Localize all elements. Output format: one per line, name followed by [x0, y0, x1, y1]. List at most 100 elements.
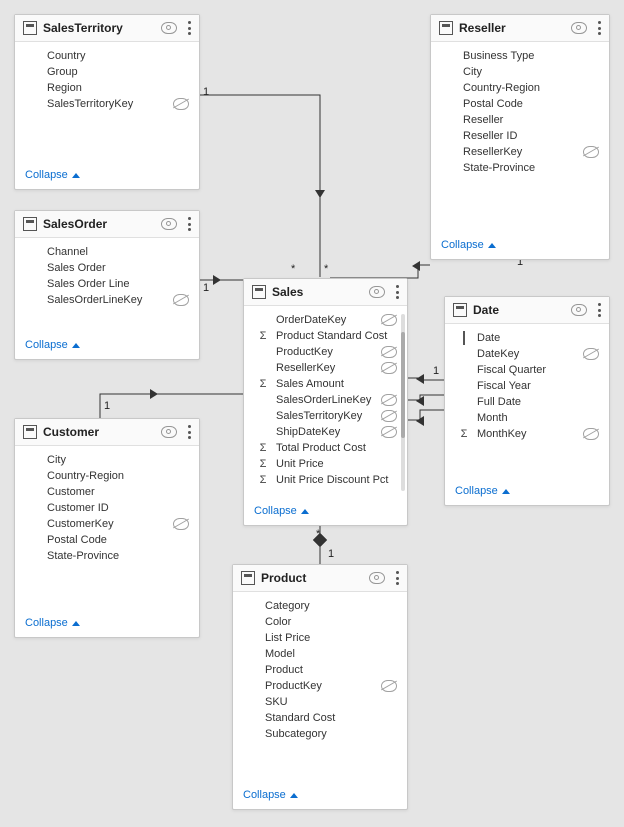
table-header[interactable]: Reseller — [431, 15, 609, 42]
visibility-icon[interactable] — [161, 22, 177, 34]
field-row[interactable]: Group — [15, 64, 199, 80]
field-name: List Price — [265, 632, 397, 644]
field-row[interactable]: City — [431, 64, 609, 80]
sigma-icon: Σ — [256, 330, 270, 342]
field-row[interactable]: Business Type — [431, 48, 609, 64]
field-row[interactable]: ProductKey — [233, 678, 407, 694]
field-row[interactable]: ResellerKey — [244, 360, 407, 376]
table-date[interactable]: Date DateDateKeyFiscal QuarterFiscal Yea… — [444, 296, 610, 506]
field-row[interactable]: City — [15, 452, 199, 468]
field-row[interactable]: ΣUnit Price Discount Pct — [244, 472, 407, 488]
field-row[interactable]: State-Province — [15, 548, 199, 564]
more-icon[interactable] — [597, 21, 601, 35]
table-icon — [241, 571, 255, 585]
field-row[interactable]: CustomerKey — [15, 516, 199, 532]
field-row[interactable]: Reseller — [431, 112, 609, 128]
field-row[interactable]: ΣTotal Product Cost — [244, 440, 407, 456]
model-canvas[interactable]: 1 * 1 * 1 1 1 1 * SalesTerritory Country… — [0, 0, 624, 827]
rel-arrow — [313, 533, 327, 547]
field-row[interactable]: ProductKey — [244, 344, 407, 360]
field-row[interactable]: ΣSales Amount — [244, 376, 407, 392]
visibility-icon[interactable] — [571, 22, 587, 34]
rel-arrow — [416, 416, 424, 426]
field-row[interactable]: List Price — [233, 630, 407, 646]
field-row[interactable]: Customer ID — [15, 500, 199, 516]
visibility-icon[interactable] — [369, 572, 385, 584]
field-row[interactable]: State-Province — [431, 160, 609, 176]
collapse-button[interactable]: Collapse — [15, 163, 199, 189]
collapse-button[interactable]: Collapse — [15, 611, 199, 637]
field-row[interactable]: Customer — [15, 484, 199, 500]
collapse-button[interactable]: Collapse — [431, 233, 609, 259]
table-header[interactable]: Product — [233, 565, 407, 592]
table-sales-territory[interactable]: SalesTerritory CountryGroupRegionSalesTe… — [14, 14, 200, 190]
visibility-icon[interactable] — [369, 286, 385, 298]
field-row[interactable]: Sales Order — [15, 260, 199, 276]
field-row[interactable]: Fiscal Year — [445, 378, 609, 394]
field-row[interactable]: ΣMonthKey — [445, 426, 609, 442]
more-icon[interactable] — [597, 303, 601, 317]
field-row[interactable]: Category — [233, 598, 407, 614]
table-sales[interactable]: Sales OrderDateKeyΣProduct Standard Cost… — [243, 278, 408, 526]
visibility-icon[interactable] — [571, 304, 587, 316]
field-row[interactable]: Reseller ID — [431, 128, 609, 144]
field-name: Month — [477, 412, 599, 424]
field-row[interactable]: Standard Cost — [233, 710, 407, 726]
field-row[interactable]: Postal Code — [15, 532, 199, 548]
more-icon[interactable] — [187, 217, 191, 231]
more-icon[interactable] — [187, 425, 191, 439]
table-reseller[interactable]: Reseller Business TypeCity Country-Region… — [430, 14, 610, 260]
field-row[interactable]: SKU — [233, 694, 407, 710]
field-row[interactable]: Country-Region — [15, 468, 199, 484]
field-row[interactable]: ResellerKey — [431, 144, 609, 160]
field-row[interactable]: Subcategory — [233, 726, 407, 742]
collapse-button[interactable]: Collapse — [233, 783, 407, 809]
field-row[interactable]: SalesOrderLineKey — [244, 392, 407, 408]
field-name: Country-Region — [463, 82, 599, 94]
field-row[interactable]: Model — [233, 646, 407, 662]
table-header[interactable]: Customer — [15, 419, 199, 446]
collapse-button[interactable]: Collapse — [244, 499, 407, 525]
table-sales-order[interactable]: SalesOrder ChannelSales OrderSales Order… — [14, 210, 200, 360]
hidden-icon — [381, 426, 397, 438]
field-row[interactable]: DateKey — [445, 346, 609, 362]
collapse-label: Collapse — [25, 617, 68, 629]
collapse-button[interactable]: Collapse — [445, 479, 609, 505]
field-row[interactable]: ShipDateKey — [244, 424, 407, 440]
visibility-icon[interactable] — [161, 426, 177, 438]
field-row[interactable]: OrderDateKey — [244, 312, 407, 328]
field-row[interactable]: Country — [15, 48, 199, 64]
hidden-icon — [173, 98, 189, 110]
table-header[interactable]: Sales — [244, 279, 407, 306]
field-row[interactable]: Channel — [15, 244, 199, 260]
table-product[interactable]: Product CategoryColorList PriceModelProd… — [232, 564, 408, 810]
field-row[interactable]: ΣUnit Price — [244, 456, 407, 472]
field-row[interactable]: Country-Region — [431, 80, 609, 96]
table-header[interactable]: Date — [445, 297, 609, 324]
collapse-button[interactable]: Collapse — [15, 333, 199, 359]
table-header[interactable]: SalesTerritory — [15, 15, 199, 42]
more-icon[interactable] — [187, 21, 191, 35]
visibility-icon[interactable] — [161, 218, 177, 230]
field-row[interactable]: Full Date — [445, 394, 609, 410]
chevron-up-icon — [290, 793, 298, 798]
table-header[interactable]: SalesOrder — [15, 211, 199, 238]
field-row[interactable]: Postal Code — [431, 96, 609, 112]
more-icon[interactable] — [395, 571, 399, 585]
more-icon[interactable] — [395, 285, 399, 299]
field-row[interactable]: Date — [445, 330, 609, 346]
field-row[interactable]: Color — [233, 614, 407, 630]
field-name: Country-Region — [47, 470, 189, 482]
field-row[interactable]: SalesTerritoryKey — [15, 96, 199, 112]
field-row[interactable]: Product — [233, 662, 407, 678]
field-row[interactable]: Fiscal Quarter — [445, 362, 609, 378]
field-row[interactable]: Region — [15, 80, 199, 96]
field-row[interactable]: Sales Order Line — [15, 276, 199, 292]
field-row[interactable]: SalesOrderLineKey — [15, 292, 199, 308]
field-row[interactable]: Month — [445, 410, 609, 426]
scrollbar[interactable] — [401, 314, 405, 491]
field-row[interactable]: SalesTerritoryKey — [244, 408, 407, 424]
field-row[interactable]: ΣProduct Standard Cost — [244, 328, 407, 344]
table-customer[interactable]: Customer CityCountry-RegionCustomerCusto… — [14, 418, 200, 638]
table-title: Date — [473, 303, 565, 317]
